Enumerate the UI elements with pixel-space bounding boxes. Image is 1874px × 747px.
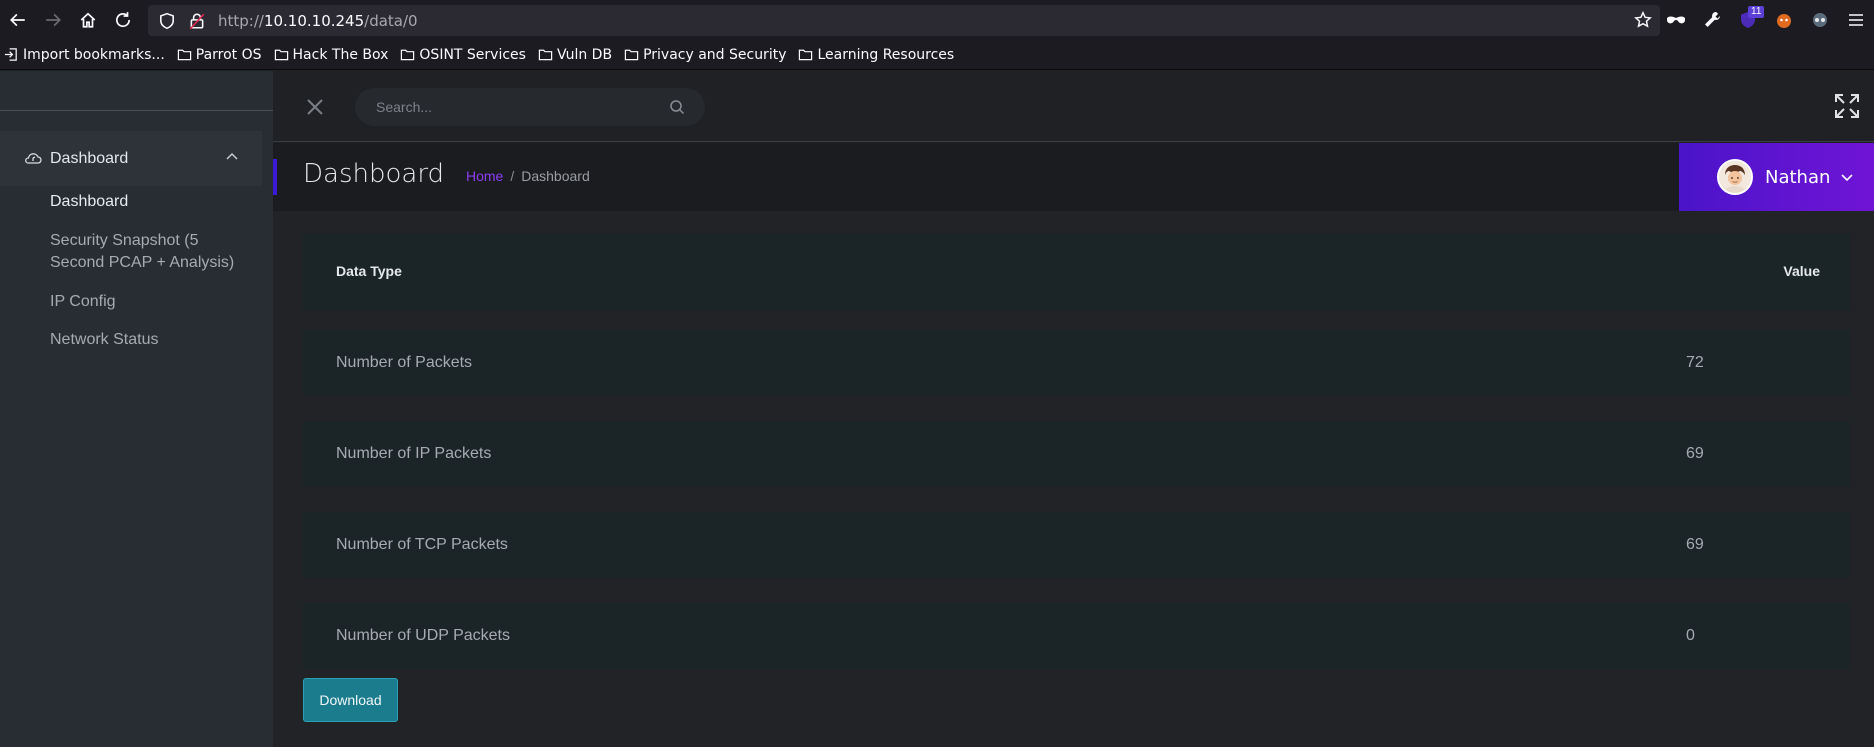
bookmark-item[interactable]: Import bookmarks...	[4, 47, 165, 63]
row-value: 69	[1686, 536, 1704, 553]
wrench-button[interactable]	[1694, 0, 1730, 40]
arrow-right-icon	[45, 13, 61, 27]
url-text: http://10.10.10.245/data/0	[218, 12, 418, 30]
chevron-up-icon	[226, 152, 238, 160]
import-icon	[4, 48, 17, 61]
bookmark-item[interactable]: Vuln DB	[538, 47, 612, 63]
sidebar-section-dashboard[interactable]: Dashboard	[0, 131, 262, 186]
fullscreen-icon[interactable]	[1834, 93, 1860, 119]
back-button[interactable]	[0, 0, 35, 40]
header-accent-bar	[273, 159, 277, 195]
search-icon[interactable]	[669, 99, 685, 115]
folder-icon	[799, 49, 813, 61]
bookmark-label: Learning Resources	[817, 46, 955, 63]
url-prefix: http://	[218, 11, 264, 30]
wrench-icon	[1705, 12, 1720, 27]
bookmark-item[interactable]: Parrot OS	[177, 47, 262, 63]
bookmark-label: Vuln DB	[556, 46, 613, 63]
address-bar[interactable]: http://10.10.10.245/data/0	[148, 5, 1660, 36]
mask-icon	[1667, 16, 1685, 24]
arrow-left-icon	[9, 13, 25, 27]
row-label: Number of TCP Packets	[336, 536, 508, 553]
extension-ublock-button[interactable]: 11	[1730, 0, 1766, 40]
bookmark-label: OSINT Services	[419, 46, 526, 63]
row-value: 0	[1686, 627, 1695, 644]
folder-icon	[274, 49, 288, 61]
folder-icon	[538, 49, 553, 61]
search-box	[355, 88, 705, 126]
download-button[interactable]: Download	[303, 678, 398, 722]
bookmark-item[interactable]: Privacy and Security	[624, 47, 786, 63]
sidebar-item-dashboard[interactable]: Dashboard	[50, 191, 250, 213]
extension-fox-button[interactable]	[1766, 0, 1802, 40]
cloud-dashboard-icon	[25, 152, 42, 164]
sidebar-item-ip-config[interactable]: IP Config	[50, 291, 250, 313]
url-path: /data/0	[364, 11, 418, 30]
row-label: Number of Packets	[336, 354, 473, 371]
breadcrumb: Home / Dashboard	[466, 168, 590, 184]
search-input[interactable]	[376, 99, 656, 115]
sidebar-divider	[0, 110, 273, 111]
folder-icon	[401, 49, 415, 61]
bookmark-item[interactable]: OSINT Services	[400, 47, 526, 63]
avatar-image-icon	[1719, 161, 1751, 193]
breadcrumb-current: Dashboard	[521, 168, 590, 184]
row-label: Number of IP Packets	[336, 445, 492, 462]
menu-button[interactable]	[1838, 0, 1874, 40]
bookmark-star-icon[interactable]	[1634, 11, 1652, 29]
bookmarks-bar: Import bookmarks... Parrot OS Hack The Box…	[0, 40, 1874, 70]
app-topbar	[273, 71, 1874, 142]
hamburger-menu-icon	[1849, 14, 1863, 26]
row-label: Number of UDP Packets	[336, 627, 510, 644]
avatar	[1717, 159, 1753, 195]
breadcrumb-home-link[interactable]: Home	[466, 168, 503, 184]
home-button[interactable]	[70, 0, 105, 40]
reload-button[interactable]	[105, 0, 140, 40]
bookmark-label: Privacy and Security	[643, 46, 787, 63]
table-header: Data Type Value	[303, 233, 1850, 311]
row-value: 69	[1686, 445, 1704, 462]
extension-badge: 11	[1748, 6, 1765, 18]
spy-extension-icon	[1813, 13, 1827, 27]
main-content: Data Type Value Number of Packets 72 Num…	[273, 211, 1874, 747]
sidebar-item-network-status[interactable]: Network Status	[50, 329, 250, 351]
user-name: Nathan	[1765, 166, 1831, 188]
reload-icon	[115, 12, 130, 28]
user-menu[interactable]: Nathan	[1679, 143, 1874, 211]
extension-spy-button[interactable]	[1802, 0, 1838, 40]
insecure-lock-icon[interactable]	[188, 12, 206, 30]
table-row: Number of Packets 72	[303, 330, 1850, 396]
home-icon	[80, 12, 95, 28]
page-header: Dashboard Home / Dashboard Nathan	[273, 143, 1874, 211]
bookmark-label: Parrot OS	[195, 46, 262, 63]
url-host: 10.10.10.245	[263, 11, 365, 30]
close-icon[interactable]	[305, 97, 325, 117]
sidebar: Dashboard Dashboard Security Snapshot (5…	[0, 71, 273, 747]
bookmark-label: Hack The Box	[292, 46, 389, 63]
browser-toolbar: http://10.10.10.245/data/0 11	[0, 0, 1874, 40]
row-value: 72	[1686, 354, 1704, 371]
sidebar-item-security-snapshot[interactable]: Security Snapshot (5 Second PCAP + Analy…	[50, 230, 250, 274]
bookmark-label: Import bookmarks...	[23, 46, 165, 63]
toolbar-extensions: 11	[1658, 0, 1874, 40]
page-title: Dashboard	[303, 159, 445, 189]
chevron-down-icon	[1841, 174, 1853, 182]
sidebar-section-label: Dashboard	[50, 149, 129, 167]
breadcrumb-separator: /	[510, 168, 515, 184]
folder-icon	[624, 49, 639, 61]
column-header-data-type: Data Type	[336, 263, 402, 279]
table-row: Number of TCP Packets 69	[303, 512, 1850, 578]
bookmark-item[interactable]: Hack The Box	[274, 46, 389, 63]
folder-icon	[177, 49, 191, 61]
shield-icon[interactable]	[158, 12, 176, 30]
bookmark-item[interactable]: Learning Resources	[798, 47, 954, 63]
fox-extension-icon	[1777, 14, 1791, 28]
column-header-value: Value	[1783, 263, 1820, 279]
private-mask-button[interactable]	[1658, 0, 1694, 40]
table-row: Number of IP Packets 69	[303, 421, 1850, 487]
table-row: Number of UDP Packets 0	[303, 603, 1850, 669]
forward-button[interactable]	[35, 0, 70, 40]
